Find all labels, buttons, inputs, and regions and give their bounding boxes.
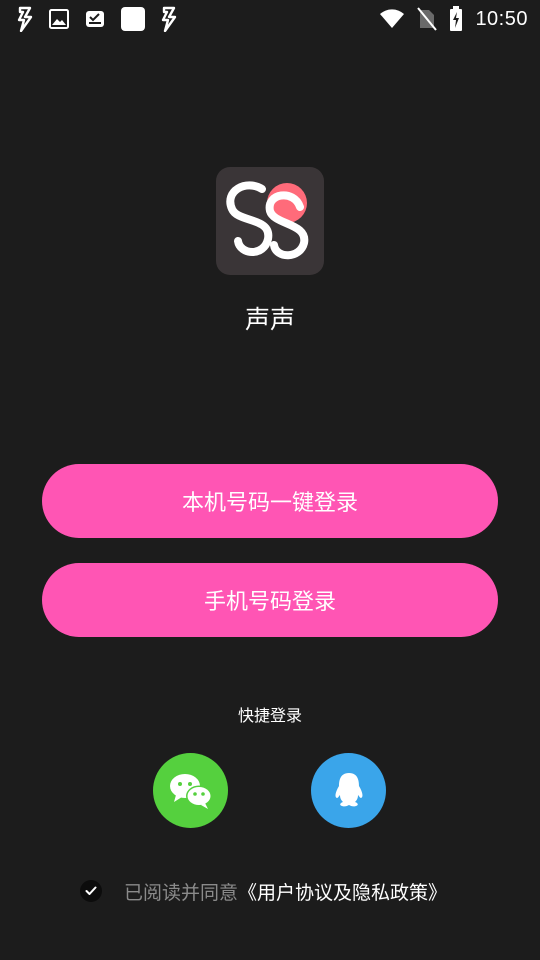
blank-square-icon xyxy=(121,7,145,31)
quick-login-title: 快捷登录 xyxy=(237,706,302,725)
weather-icon xyxy=(86,11,104,27)
bolt-icon xyxy=(161,6,177,32)
checkmark-icon xyxy=(85,886,97,895)
app-logo xyxy=(216,167,324,275)
login-screen: 10:50 声声 本机号码一键登录 手机号码登录 快捷登录 已阅读并同意 《用户… xyxy=(0,0,540,960)
agreement-checkbox[interactable] xyxy=(80,880,102,902)
one-key-login-button[interactable]: 本机号码一键登录 xyxy=(42,464,498,538)
wechat-login-button[interactable] xyxy=(153,753,228,828)
agreement-row: 已阅读并同意 《用户协议及隐私政策》 xyxy=(80,877,447,905)
status-bar: 10:50 xyxy=(0,0,540,40)
app-logo-icon xyxy=(226,181,309,260)
qq-icon xyxy=(335,772,362,806)
bolt-icon xyxy=(17,6,33,32)
status-time: 10:50 xyxy=(475,7,528,30)
phone-login-button[interactable]: 手机号码登录 xyxy=(42,563,498,637)
agreement-prefix: 已阅读并同意 xyxy=(124,881,239,904)
no-sim-icon xyxy=(417,7,438,31)
image-icon xyxy=(49,9,69,29)
wifi-icon xyxy=(380,9,405,28)
status-notification-icons xyxy=(16,6,178,32)
status-system-icons: 10:50 xyxy=(379,6,528,32)
agreement-link[interactable]: 《用户协议及隐私政策》 xyxy=(238,878,447,905)
qq-login-button[interactable] xyxy=(311,753,386,828)
wechat-icon xyxy=(169,773,212,809)
battery-charging-icon xyxy=(450,6,463,31)
app-name: 声声 xyxy=(244,305,295,334)
